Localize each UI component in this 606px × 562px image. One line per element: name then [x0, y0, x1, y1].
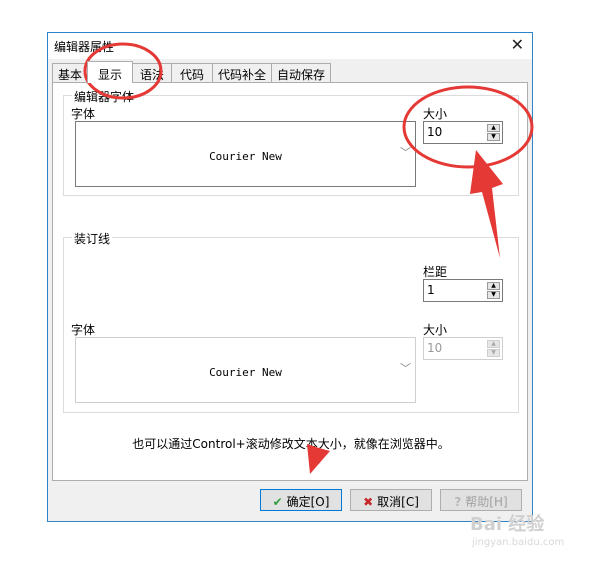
annotation-circle-size	[402, 85, 534, 169]
annotation-arrow-ok	[307, 352, 353, 474]
annotation-overlay	[83, 42, 534, 474]
watermark-url: jingyan.baidu.com	[472, 537, 565, 548]
watermark-logo: Bai 经验	[470, 514, 545, 535]
annotation-arrow-size	[470, 150, 503, 258]
tab-display[interactable]: 显示	[87, 61, 133, 83]
